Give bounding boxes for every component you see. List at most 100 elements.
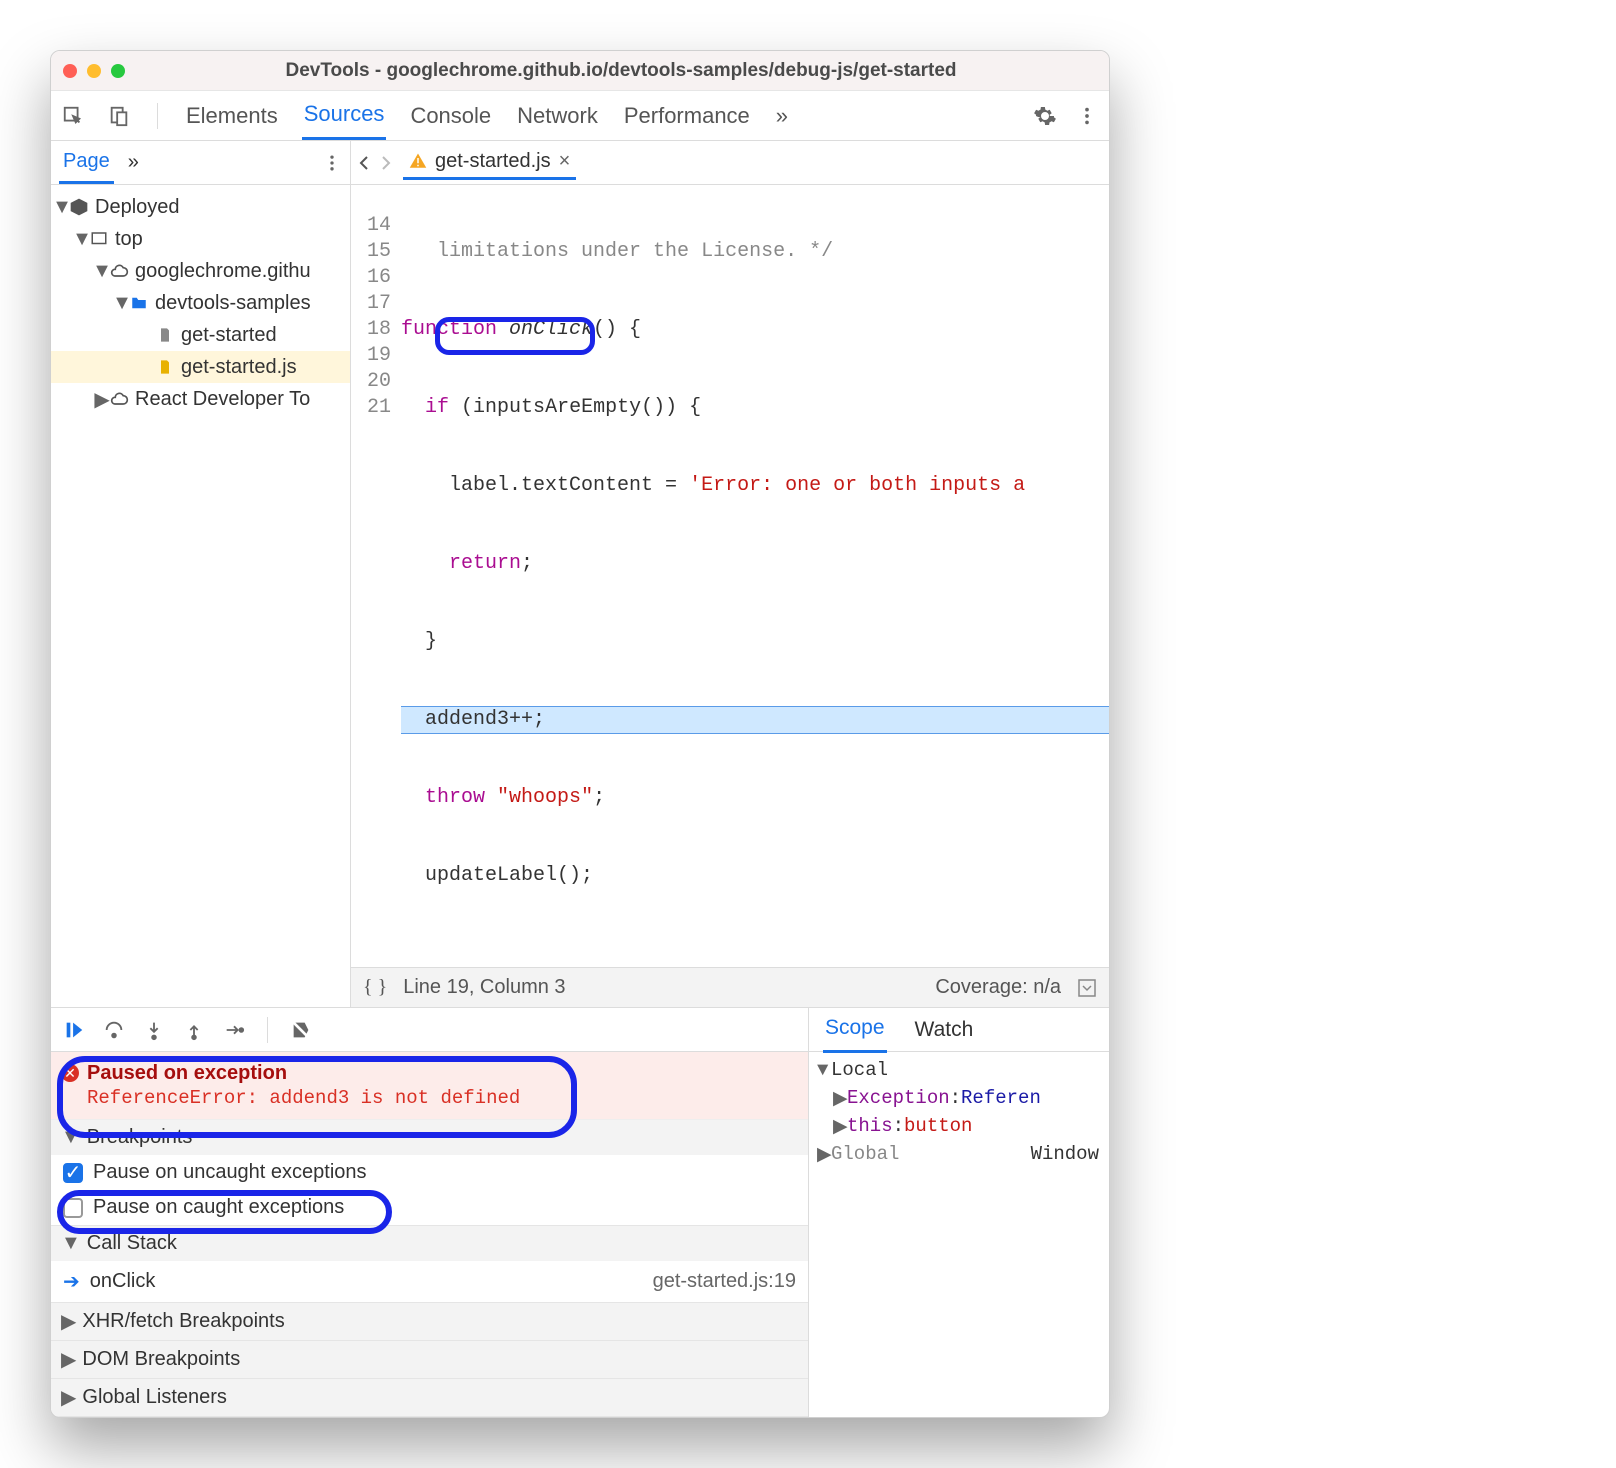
- close-window-icon[interactable]: [63, 64, 77, 78]
- frame-icon: [89, 229, 109, 249]
- section-header-breakpoints[interactable]: ▼Breakpoints: [51, 1120, 808, 1155]
- settings-icon[interactable]: [1033, 104, 1057, 128]
- code-lines: limitations under the License. */ functi…: [401, 187, 1109, 967]
- minimize-window-icon[interactable]: [87, 64, 101, 78]
- file-tree: ▼ Deployed ▼ top ▼: [51, 185, 350, 421]
- tabs-overflow-icon[interactable]: »: [774, 93, 790, 139]
- editor-statusbar: { } Line 19, Column 3 Coverage: n/a: [351, 967, 1109, 1007]
- tab-scope[interactable]: Scope: [823, 1006, 887, 1053]
- editor-tabbar: get-started.js ×: [351, 141, 1109, 185]
- callstack-section: ▼Call Stack ➔ onClick get-started.js:19: [51, 1226, 808, 1303]
- tree-label: top: [115, 228, 143, 251]
- paused-line: addend3++;: [401, 707, 1109, 733]
- tree-label: get-started: [181, 324, 277, 347]
- section-header-xhr[interactable]: ▶XHR/fetch Breakpoints: [51, 1303, 808, 1340]
- scope-exception[interactable]: ▶Exception: Referen: [809, 1084, 1109, 1112]
- tab-watch[interactable]: Watch: [913, 1008, 976, 1052]
- deployed-icon: [69, 197, 89, 217]
- device-toggle-icon[interactable]: [107, 104, 131, 128]
- code-editor[interactable]: 14 15 16 17 18 19 20 21 limitations unde…: [351, 185, 1109, 967]
- devtools-window: DevTools - googlechrome.github.io/devtoo…: [50, 50, 1110, 1418]
- tab-performance[interactable]: Performance: [622, 93, 752, 139]
- tree-label: React Developer To: [135, 388, 310, 411]
- tab-sources[interactable]: Sources: [302, 91, 387, 140]
- window-controls: [63, 64, 125, 78]
- checkbox-unchecked-icon[interactable]: [63, 1198, 83, 1218]
- stack-fn: onClick: [90, 1270, 156, 1293]
- cursor-position: Line 19, Column 3: [403, 976, 565, 999]
- tree-origin[interactable]: ▼ googlechrome.githu: [51, 255, 350, 287]
- error-icon: ✕: [61, 1064, 79, 1082]
- check-label: Pause on uncaught exceptions: [93, 1161, 367, 1184]
- breakpoints-section: ▼Breakpoints ✓ Pause on uncaught excepti…: [51, 1120, 808, 1226]
- content-split: Page » ▼ Deployed ▼: [51, 141, 1109, 1007]
- tab-page[interactable]: Page: [59, 142, 114, 184]
- zoom-window-icon[interactable]: [111, 64, 125, 78]
- scope-tabs: Scope Watch: [809, 1008, 1109, 1052]
- navigator-pane: Page » ▼ Deployed ▼: [51, 141, 351, 1007]
- listeners-section: ▶Global Listeners: [51, 1379, 808, 1417]
- coverage-status: Coverage: n/a: [935, 976, 1061, 999]
- scope-tree: ▼Local ▶Exception: Referen ▶this: button…: [809, 1052, 1109, 1172]
- editor-tab-file[interactable]: get-started.js ×: [403, 146, 576, 180]
- main-tab-strip: Elements Sources Console Network Perform…: [51, 91, 1109, 141]
- tab-network[interactable]: Network: [515, 93, 600, 139]
- editor-tab-label: get-started.js: [435, 150, 551, 173]
- kebab-menu-icon[interactable]: [1075, 104, 1099, 128]
- step-over-icon[interactable]: [103, 1019, 125, 1041]
- scope-local[interactable]: ▼Local: [809, 1056, 1109, 1084]
- dom-section: ▶DOM Breakpoints: [51, 1341, 808, 1379]
- warning-icon: [409, 152, 427, 170]
- folder-icon: [129, 293, 149, 313]
- debugger-panel: ✕ Paused on exception ReferenceError: ad…: [51, 1007, 1109, 1417]
- inspect-icon[interactable]: [61, 104, 85, 128]
- nav-fwd-icon[interactable]: [377, 155, 393, 171]
- paused-error-text: ReferenceError: addend3 is not defined: [87, 1087, 794, 1109]
- cloud-icon: [109, 389, 129, 409]
- close-tab-icon[interactable]: ×: [559, 150, 571, 173]
- scope-pane: Scope Watch ▼Local ▶Exception: Referen ▶…: [809, 1008, 1109, 1417]
- scope-global[interactable]: ▶Global Window: [809, 1140, 1109, 1168]
- deactivate-breakpoints-icon[interactable]: [290, 1019, 312, 1041]
- nav-back-icon[interactable]: [357, 155, 373, 171]
- section-header-callstack[interactable]: ▼Call Stack: [51, 1226, 808, 1261]
- section-header-dom[interactable]: ▶DOM Breakpoints: [51, 1341, 808, 1378]
- resume-icon[interactable]: [63, 1019, 85, 1041]
- scope-this[interactable]: ▶this: button: [809, 1112, 1109, 1140]
- document-icon: [155, 325, 175, 345]
- tree-extension[interactable]: ▶ React Developer To: [51, 383, 350, 415]
- pause-uncaught-row[interactable]: ✓ Pause on uncaught exceptions: [51, 1155, 808, 1190]
- paused-title: Paused on exception: [87, 1062, 794, 1085]
- window-title: DevTools - googlechrome.github.io/devtoo…: [145, 60, 1097, 82]
- navigator-overflow-icon[interactable]: »: [128, 151, 139, 174]
- tree-file-html[interactable]: get-started: [51, 319, 350, 351]
- section-header-listeners[interactable]: ▶Global Listeners: [51, 1379, 808, 1416]
- tab-console[interactable]: Console: [408, 93, 493, 139]
- script-icon: [155, 357, 175, 377]
- debugger-toolbar: [51, 1008, 808, 1052]
- step-into-icon[interactable]: [143, 1019, 165, 1041]
- tree-label: get-started.js: [181, 356, 297, 379]
- stack-frame[interactable]: ➔ onClick get-started.js:19: [51, 1261, 808, 1302]
- tree-deployed[interactable]: ▼ Deployed: [51, 191, 350, 223]
- line-gutter: 14 15 16 17 18 19 20 21: [351, 187, 401, 967]
- stack-location: get-started.js:19: [653, 1270, 796, 1293]
- tree-label: devtools-samples: [155, 292, 311, 315]
- coverage-toggle-icon[interactable]: [1077, 978, 1097, 998]
- navigator-menu-icon[interactable]: [322, 153, 342, 173]
- tree-label: googlechrome.githu: [135, 260, 311, 283]
- tab-elements[interactable]: Elements: [184, 93, 280, 139]
- checkbox-checked-icon[interactable]: ✓: [63, 1163, 83, 1183]
- pretty-print-icon[interactable]: { }: [363, 976, 387, 999]
- tree-file-js[interactable]: get-started.js: [51, 351, 350, 383]
- xhr-section: ▶XHR/fetch Breakpoints: [51, 1303, 808, 1341]
- titlebar: DevTools - googlechrome.github.io/devtoo…: [51, 51, 1109, 91]
- tree-top[interactable]: ▼ top: [51, 223, 350, 255]
- step-out-icon[interactable]: [183, 1019, 205, 1041]
- step-icon[interactable]: [223, 1019, 245, 1041]
- separator: [157, 103, 158, 129]
- navigator-tabs: Page »: [51, 141, 350, 185]
- pause-caught-row[interactable]: Pause on caught exceptions: [51, 1190, 808, 1225]
- tree-folder[interactable]: ▼ devtools-samples: [51, 287, 350, 319]
- cloud-icon: [109, 261, 129, 281]
